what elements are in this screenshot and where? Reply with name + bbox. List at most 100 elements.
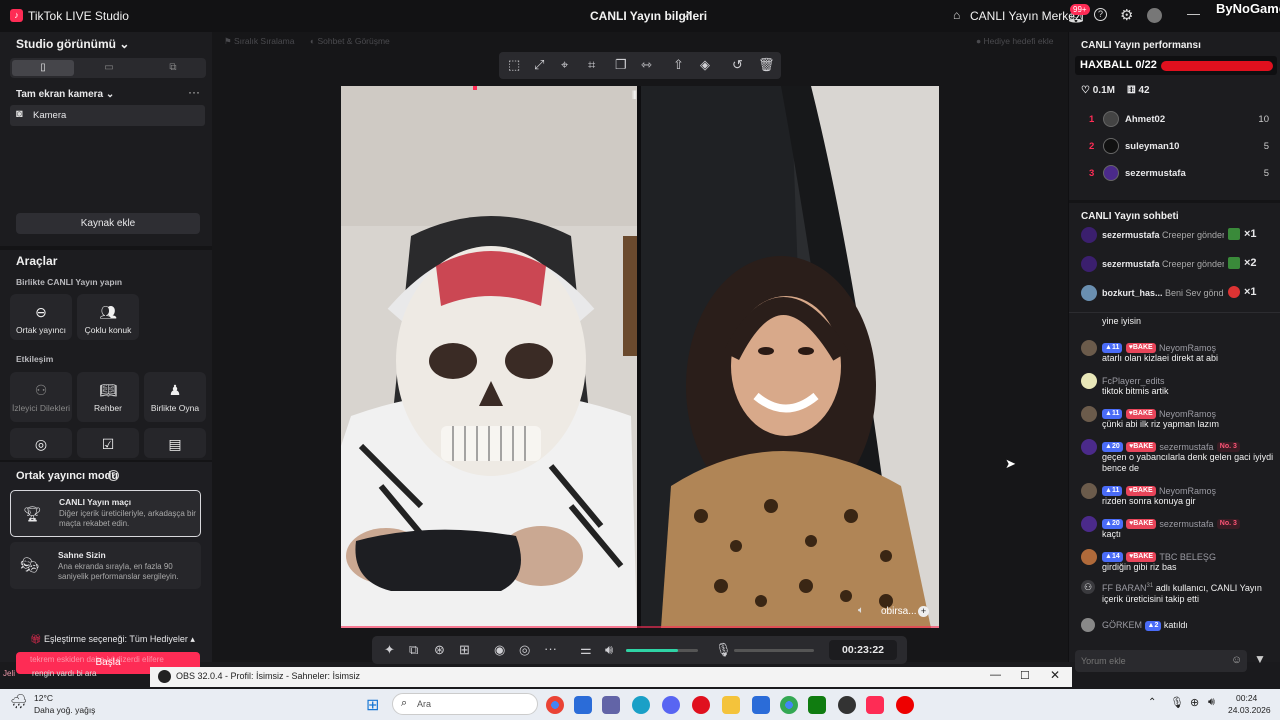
mic-tray-icon[interactable]: 🎙︎: [1170, 696, 1184, 709]
rotate-icon[interactable]: ↺: [732, 57, 743, 73]
taskbar-search[interactable]: ⌕ Ara: [392, 693, 538, 715]
mail-icon[interactable]: [752, 696, 770, 714]
tool-tile-4[interactable]: ◎: [10, 428, 72, 458]
folder-icon[interactable]: [722, 696, 740, 714]
interaction-title: Etkileşim: [16, 354, 54, 364]
tool-tile-6[interactable]: ▤: [144, 428, 206, 458]
obs-app-icon[interactable]: [838, 696, 856, 714]
obs-close-icon[interactable]: ✕: [1050, 668, 1060, 682]
camera-source-item[interactable]: ◙ Kamera: [10, 105, 205, 126]
flip-icon[interactable]: ⇿: [641, 57, 652, 73]
speaker-icon[interactable]: 🔊︎: [605, 642, 613, 658]
live-match-card[interactable]: 🏆︎ CANLI Yayın maçı Diğer içerik üretici…: [10, 490, 201, 537]
record-icon[interactable]: ◉: [494, 642, 505, 658]
search-icon: ⌕: [401, 697, 408, 709]
share-icon[interactable]: ↗: [682, 8, 692, 22]
volume-slider[interactable]: [626, 649, 698, 652]
duplicate-icon[interactable]: ❐: [615, 57, 627, 73]
camera-switch-icon[interactable]: ◎: [519, 642, 530, 658]
xbox-icon[interactable]: [808, 696, 826, 714]
youtube-icon[interactable]: [896, 696, 914, 714]
settings-icon[interactable]: ⚙: [1120, 6, 1133, 24]
right-panel: CANLI Yayın performansı HAXBALL 0/22 ♡ 0…: [1068, 32, 1280, 672]
player-icon: ♟: [168, 382, 182, 398]
obs-taskbar-window[interactable]: OBS 32.0.4 - Profil: İsimsiz - Sahneler:…: [150, 667, 1072, 687]
adjust-icon[interactable]: ⚌: [580, 642, 592, 658]
send-filter-icon[interactable]: ▼: [1254, 652, 1266, 666]
discord-icon[interactable]: [662, 696, 680, 714]
obs-minimize-icon[interactable]: —: [990, 669, 1001, 681]
ranking-shortcut[interactable]: ⚑ Sıralık Sıralama: [224, 36, 294, 47]
split-handle-icon[interactable]: ⦀: [632, 90, 637, 103]
add-guest-icon[interactable]: +: [918, 606, 929, 617]
chat-user-name: NeyomRamoş: [1159, 409, 1217, 419]
tray-chevron-icon[interactable]: ⌃: [1148, 697, 1156, 708]
chevron-down-icon: ⌄: [105, 89, 115, 100]
teams-icon[interactable]: [602, 696, 620, 714]
delete-icon[interactable]: 🗑︎: [758, 57, 775, 73]
team-value: BAKE: [1133, 442, 1154, 450]
chat-text: yine iyisin: [1102, 316, 1142, 326]
effects-icon[interactable]: ⊛: [434, 642, 445, 658]
more-options-icon[interactable]: ···: [188, 85, 200, 99]
play-together-button[interactable]: ♟ Birlikte Oyna: [144, 372, 206, 422]
home-icon[interactable]: ⌂: [953, 8, 960, 22]
camera-scene-header[interactable]: Tam ekran kamera ⌄: [16, 89, 114, 100]
landscape-layout-button[interactable]: ▭: [78, 60, 140, 76]
fit-icon[interactable]: ⤢: [534, 57, 544, 73]
ranking-row[interactable]: 3 sezermustafa 5: [1069, 164, 1280, 191]
mute-guest-icon[interactable]: 🔈︎: [858, 605, 864, 616]
select-icon[interactable]: ⬚: [508, 57, 520, 73]
portrait-layout-button[interactable]: ▯: [12, 60, 74, 76]
viewer-requests-button[interactable]: ⚇ İzleyici Dilekleri: [10, 372, 72, 422]
opera-icon[interactable]: [692, 696, 710, 714]
crop-icon[interactable]: ⌗: [588, 57, 595, 73]
tiktok-app-icon[interactable]: [866, 696, 884, 714]
ranking-row[interactable]: 2 suleyman10 5: [1069, 137, 1280, 164]
screen-share-icon[interactable]: ⧉: [409, 642, 418, 658]
goal-text: HAXBALL 0/22: [1080, 59, 1157, 71]
microphone-icon[interactable]: 🎙︎: [715, 642, 732, 658]
match-option-dropdown[interactable]: 🎁︎ Eşleştirme seçeneği: Tüm Hediyeler ▴: [30, 634, 195, 645]
center-icon[interactable]: ⌖: [561, 57, 568, 73]
stage-desc: Ana ekranda sırayla, en fazla 90 saniyel…: [58, 562, 179, 581]
stage-card[interactable]: 🎭︎ Sahne Sizin Ana ekranda sırayla, en f…: [10, 542, 201, 589]
caption-icon[interactable]: ⊞: [459, 642, 470, 658]
studio-view-dropdown[interactable]: Studio görünümü ⌄: [16, 37, 129, 51]
gift-user-name: sezermustafa: [1102, 259, 1160, 269]
more-icon[interactable]: ···: [544, 641, 557, 656]
minimize-icon[interactable]: —: [1187, 6, 1200, 21]
target-icon: ◎: [34, 436, 48, 452]
chrome-2-icon[interactable]: [780, 696, 798, 714]
mic-slider[interactable]: [734, 649, 814, 652]
multi-guest-button[interactable]: 👥︎ Çoklu konuk: [77, 294, 139, 340]
clock-date[interactable]: 24.03.2026: [1228, 705, 1271, 715]
comment-input[interactable]: [1081, 654, 1221, 668]
help-icon[interactable]: ?: [1094, 8, 1107, 21]
start-menu-icon[interactable]: ⊞: [366, 695, 379, 715]
dual-layout-button[interactable]: ⧉: [142, 60, 204, 76]
gift-goal-shortcut[interactable]: ● Hediye hedefi ekle: [976, 36, 1053, 46]
tool-tile-5[interactable]: ☑: [77, 428, 139, 458]
layers-icon[interactable]: ◈: [700, 57, 710, 73]
layer-up-icon[interactable]: ⇧: [673, 57, 684, 73]
edge-icon[interactable]: [632, 696, 650, 714]
chat-shortcut[interactable]: ◐ Sohbet & Görüşme: [310, 36, 390, 46]
live-match-desc: Diğer içerik üreticileriyle, arkadaşça b…: [59, 509, 196, 528]
clock-time[interactable]: 00:24: [1236, 693, 1257, 703]
chrome-icon[interactable]: [546, 696, 564, 714]
guide-label: Rehber: [94, 403, 122, 413]
ranking-row[interactable]: 1 Ahmet02 10: [1069, 110, 1280, 137]
guide-button[interactable]: 📖︎ Rehber: [77, 372, 139, 422]
volume-tray-icon[interactable]: 🔊︎: [1208, 696, 1215, 709]
join-text: katıldı: [1163, 620, 1188, 630]
network-icon[interactable]: ⊕: [1190, 696, 1199, 709]
info-icon[interactable]: ?: [108, 470, 119, 481]
obs-maximize-icon[interactable]: ☐: [1020, 669, 1030, 682]
profile-avatar[interactable]: [1147, 8, 1162, 23]
co-host-button[interactable]: ⊖ Ortak yayıncı: [10, 294, 72, 340]
magic-wand-icon[interactable]: ✦: [384, 642, 395, 658]
emoji-icon[interactable]: ☺: [1231, 654, 1242, 666]
store-icon[interactable]: [574, 696, 592, 714]
add-source-button[interactable]: Kaynak ekle: [16, 213, 200, 234]
